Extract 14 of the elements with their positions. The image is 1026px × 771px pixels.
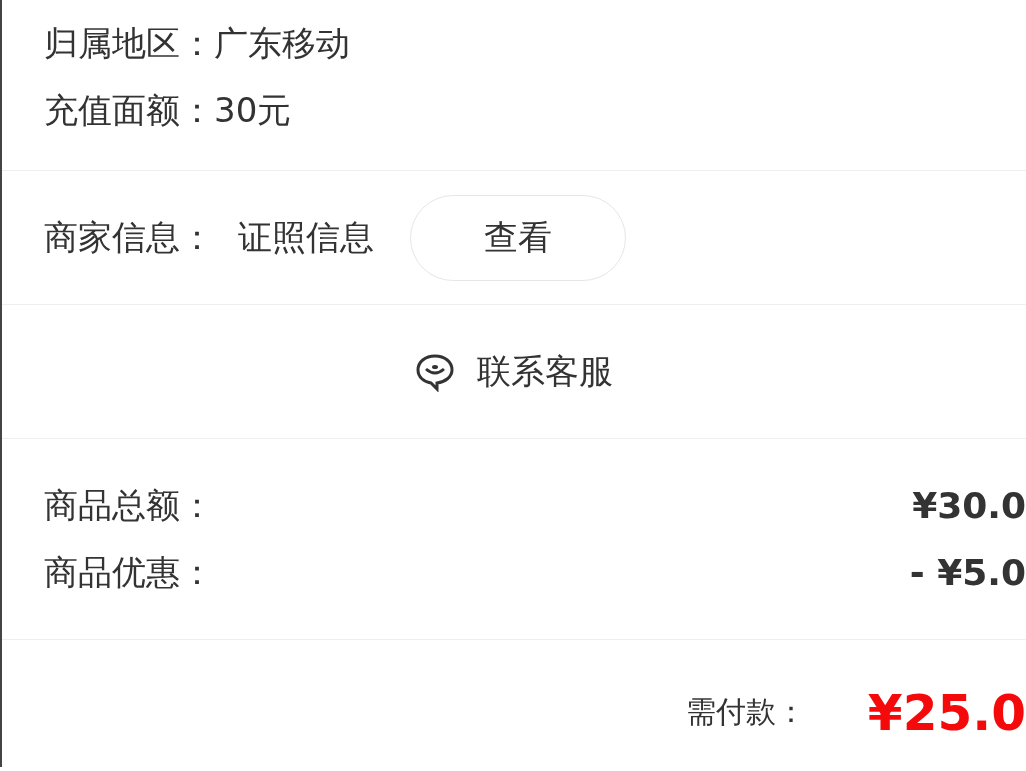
field-value: 30元 [214, 88, 292, 132]
payment-label: 需付款： [685, 693, 806, 731]
field-label: 充值面额： [44, 88, 214, 132]
merchant-label: 商家信息： [44, 215, 214, 259]
contact-service-link[interactable]: 联系客服 [415, 348, 613, 395]
price-amount: - ¥5.0 [909, 552, 1026, 593]
view-button[interactable]: 查看 [410, 194, 626, 281]
payment-amount: ¥25.0 [867, 683, 1026, 742]
field-label: 归属地区： [44, 21, 214, 65]
price-amount: ¥30.0 [912, 485, 1026, 526]
price-label: 商品优惠： [44, 550, 214, 594]
license-info-text: 证照信息 [238, 215, 374, 259]
field-value: 广东移动 [214, 21, 350, 65]
price-label: 商品总额： [44, 483, 214, 527]
